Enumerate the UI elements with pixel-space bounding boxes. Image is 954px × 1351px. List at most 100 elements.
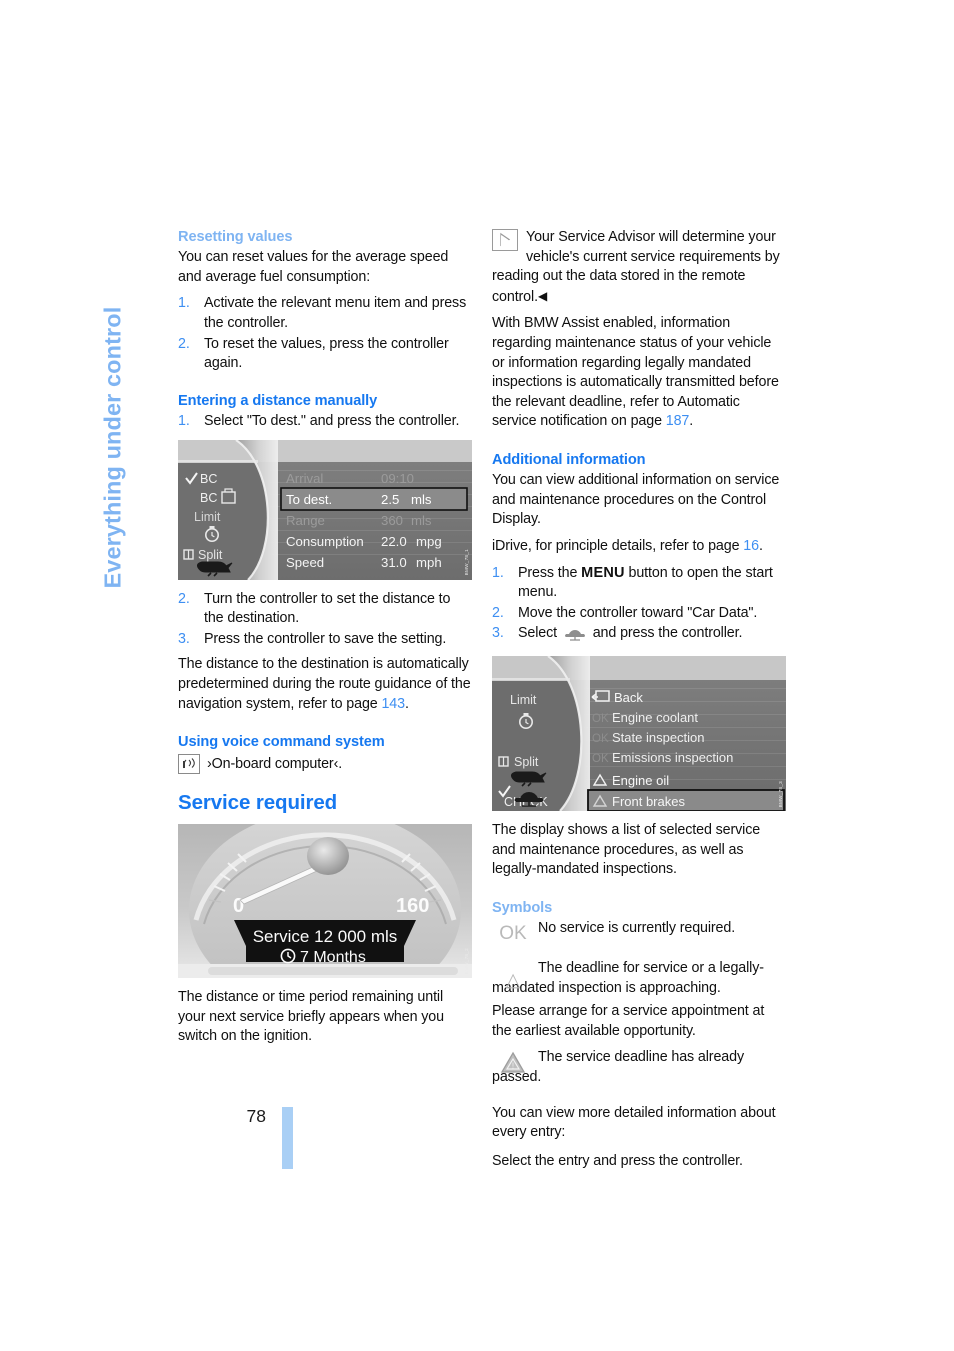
bmw-assist-text: With BMW Assist enabled, information reg… — [492, 315, 779, 430]
page-number: 78 — [246, 1106, 266, 1126]
entering-steps-list-rest: 2. Turn the controller to set the distanc… — [178, 590, 472, 650]
page-ref-143[interactable]: 143 — [381, 696, 405, 712]
step-number: 2. — [492, 604, 504, 621]
heading-service-required: Service required — [178, 791, 338, 815]
left-column: Resetting values You can reset values fo… — [178, 228, 472, 1054]
row-value-consumption: 22.0 — [381, 534, 407, 549]
right-column: Your Service Advisor will determine your… — [492, 228, 786, 1178]
figure-credit: BMW_78_3 — [778, 780, 784, 807]
row-unit-range: mls — [411, 513, 432, 528]
note-end-mark: ◀ — [537, 288, 548, 303]
row-unit-consumption: mpg — [416, 534, 442, 549]
status-ok: OK — [592, 713, 609, 725]
folio-bar — [282, 1107, 293, 1169]
distance-note: The distance to the destination is autom… — [178, 655, 472, 714]
step-number: 3. — [492, 625, 504, 642]
figure-credit: BMW_78_2 — [464, 947, 470, 974]
bmw-assist-note: With BMW Assist enabled, information reg… — [492, 314, 786, 432]
voice-command-line: ›On-board computer‹. — [178, 754, 472, 775]
scale-max: 160 — [396, 895, 429, 917]
heading-voice-command: Using voice command system — [178, 734, 385, 751]
menu-label-limit: Limit — [510, 693, 537, 707]
step-text: Activate the relevant menu item and pres… — [204, 295, 467, 332]
row-value-range: 360 — [381, 513, 403, 528]
step-text: Press the controller to save the setting… — [204, 630, 447, 647]
detail-intro-text: You can view more detailed information a… — [492, 1104, 776, 1141]
list-item: 3. Select and press the controller. — [492, 624, 786, 648]
running-head: Everything under control — [100, 228, 159, 588]
distance-note-period: . — [404, 695, 409, 712]
status-ok: OK — [592, 753, 609, 765]
step-text: Turn the controller to set the distance … — [204, 590, 451, 627]
row-unit-to-dest: mls — [411, 492, 432, 507]
page-ref-187[interactable]: 187 — [666, 413, 690, 429]
list-row-engine-coolant: OK Engine coolant — [592, 710, 698, 725]
row-value-speed: 31.0 — [381, 555, 407, 570]
additional-info-steps: 1. Press the MENU button to open the star… — [492, 564, 786, 648]
car-icon — [563, 627, 587, 648]
step-number: 1. — [178, 413, 190, 430]
service-months-text: 7 Months — [300, 949, 366, 966]
step-number: 1. — [178, 295, 190, 312]
detail-action-text: Select the entry and press the controlle… — [492, 1152, 743, 1169]
row-label-consumption: Consumption — [286, 534, 364, 549]
alert-triangle-icon: ! — [492, 1050, 534, 1080]
list-item: 2. To reset the values, press the control… — [178, 335, 472, 374]
menu-label-split: Split — [514, 755, 539, 769]
ok-icon: OK — [499, 922, 527, 944]
list-item: 1. Press the MENU button to open the star… — [492, 564, 786, 603]
menu-label-bc-trip: BC — [200, 491, 217, 505]
symbol-row-ok: OK No service is currently required. — [492, 919, 786, 949]
running-head-label: Everything under control — [99, 306, 126, 588]
menu-label-limit: Limit — [194, 510, 221, 524]
figure-onboard-computer: BC BC Limit Split Arrival 09:10 To dest.… — [178, 438, 472, 581]
entering-steps-list-first: 1. Select "To dest." and press the contro… — [178, 412, 472, 432]
service-advisor-note: Your Service Advisor will determine your… — [492, 228, 786, 307]
warning-triangle-icon: △ — [505, 969, 521, 991]
resetting-intro-text: You can reset values for the average spe… — [178, 249, 449, 285]
step-number: 2. — [178, 590, 190, 607]
row-value-to-dest: 2.5 — [381, 492, 399, 507]
step-text-pre: Select — [518, 625, 561, 642]
symbol-warning-continuation: Please arrange for a service appointment… — [492, 1003, 765, 1039]
step-number: 1. — [492, 564, 504, 581]
menu-label-bc: BC — [200, 472, 217, 486]
play-triangle-icon — [492, 229, 518, 251]
step-text: Select "To dest." and press the controll… — [204, 413, 460, 430]
list-item: 2. Move the controller toward "Car Data". — [492, 604, 786, 624]
row-label-speed: Speed — [286, 555, 324, 570]
onboard-computer-display-graphic: BC BC Limit Split Arrival 09:10 To dest.… — [178, 438, 472, 581]
symbol-row-warning: △ The deadline for service or a legally-… — [492, 959, 786, 998]
row-unit-speed: mph — [416, 555, 442, 570]
row-label-engine-coolant: Engine coolant — [612, 710, 698, 725]
row-label-front-brakes: Front brakes — [612, 794, 685, 809]
figure-credit: BMW_78_1 — [464, 549, 470, 576]
row-label-back: Back — [614, 690, 643, 705]
service-distance-text: Service 12 000 mls — [253, 927, 398, 946]
voice-command-text: ›On-board computer‹. — [207, 755, 343, 772]
service-list-display-graphic: Limit Split CHECK — [492, 655, 786, 812]
menu-label-split: Split — [198, 548, 223, 562]
idrive-text: iDrive, for principle details, refer to … — [492, 537, 744, 554]
step-number: 3. — [178, 630, 190, 647]
heading-additional-information: Additional information — [492, 451, 646, 468]
heading-entering-distance: Entering a distance manually — [178, 392, 378, 409]
page-ref-16[interactable]: 16 — [743, 538, 759, 554]
figure-service-list: Limit Split CHECK — [492, 655, 786, 812]
row-label-arrival: Arrival — [286, 471, 323, 486]
idrive-reference: iDrive, for principle details, refer to … — [492, 537, 786, 557]
heading-symbols: Symbols — [492, 899, 553, 916]
resetting-steps-list: 1. Activate the relevant menu item and pr… — [178, 294, 472, 373]
heading-resetting-values: Resetting values — [178, 229, 293, 245]
svg-text:!: ! — [512, 1062, 514, 1071]
step-text: Move the controller toward "Car Data". — [518, 604, 758, 621]
idrive-period: . — [758, 537, 763, 554]
service-advisor-text: Your Service Advisor will determine your… — [492, 229, 780, 305]
figure-instrument-cluster: 0 160 Service 12 000 mls 7 Months BMW_78… — [178, 809, 472, 1010]
bmw-assist-period: . — [689, 413, 694, 430]
